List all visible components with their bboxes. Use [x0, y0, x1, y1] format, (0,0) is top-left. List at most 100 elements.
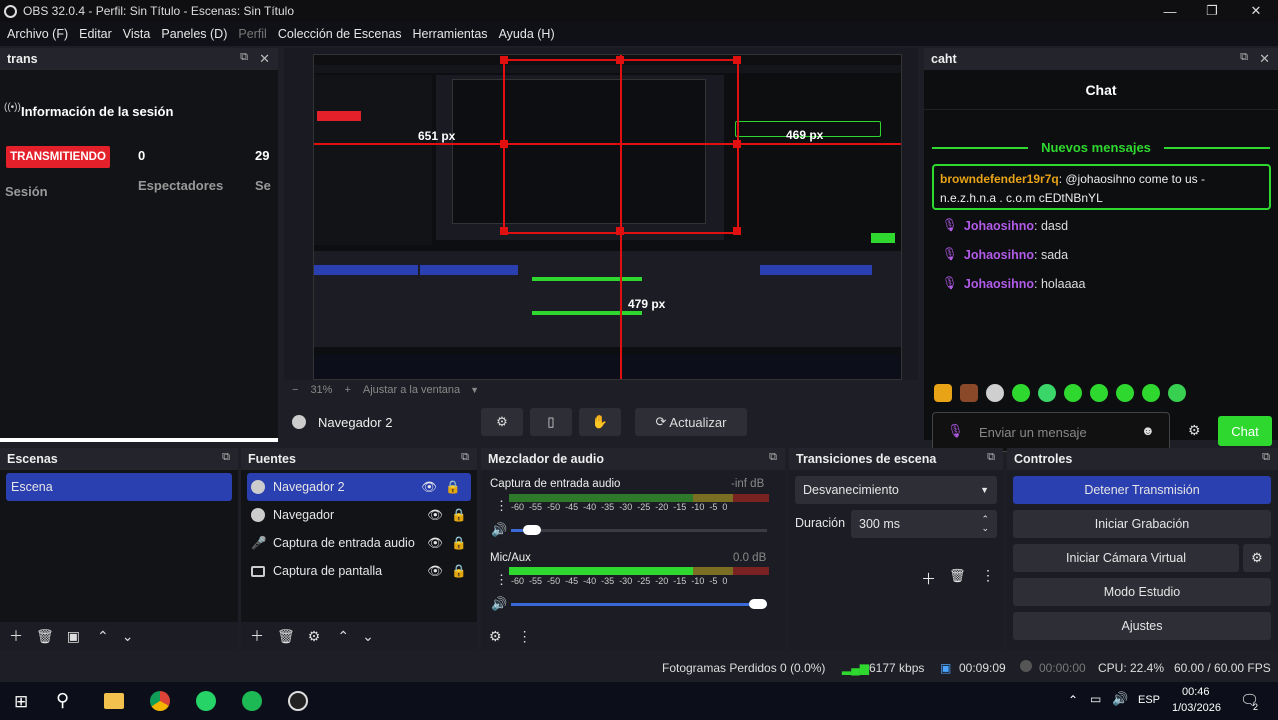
- start-virtual-cam-button[interactable]: Iniciar Cámara Virtual: [1013, 544, 1239, 572]
- transition-select[interactable]: Desvanecimiento ▼: [795, 476, 997, 504]
- lock-icon[interactable]: 🔒: [451, 508, 467, 523]
- chat-settings-icon[interactable]: ⚙: [1188, 422, 1201, 439]
- menu-herramientas[interactable]: Herramientas: [413, 27, 488, 41]
- fit-dropdown[interactable]: Ajustar a la ventana: [363, 384, 460, 396]
- chevron-down-icon[interactable]: ⌄: [122, 628, 134, 645]
- chat-user[interactable]: Johaosihno: [964, 219, 1034, 233]
- advanced-audio-icon[interactable]: ⚙: [489, 628, 502, 645]
- spin-arrows-icon[interactable]: ⌃ ⌄: [981, 515, 989, 533]
- menu-dots-icon[interactable]: ⋮: [518, 628, 532, 645]
- menu-vista[interactable]: Vista: [123, 27, 151, 41]
- add-icon[interactable]: ＋: [921, 568, 936, 589]
- zoom-in-button[interactable]: +: [344, 384, 350, 396]
- stop-stream-button[interactable]: Detener Transmisión: [1013, 476, 1271, 504]
- chevron-down-icon[interactable]: ▼: [470, 385, 479, 395]
- whatsapp-icon[interactable]: [196, 691, 216, 711]
- add-icon[interactable]: ＋: [250, 626, 264, 646]
- settings-button[interactable]: Ajustes: [1013, 612, 1271, 640]
- lock-icon[interactable]: 🔒: [445, 480, 461, 495]
- search-icon[interactable]: ⚲: [56, 690, 69, 711]
- source-item[interactable]: Navegador 2 👁 🔒: [247, 473, 471, 501]
- chrome-icon[interactable]: [150, 691, 170, 711]
- studio-mode-button[interactable]: Modo Estudio: [1013, 578, 1271, 606]
- chat-send-button[interactable]: Chat: [1218, 416, 1272, 446]
- chevron-down-icon[interactable]: ⌄: [362, 628, 374, 645]
- float-icon[interactable]: ⧉: [222, 451, 230, 464]
- float-icon[interactable]: ⧉: [769, 451, 777, 464]
- chat-user[interactable]: Johaosihno: [964, 277, 1034, 291]
- menu-coleccion[interactable]: Colección de Escenas: [278, 27, 402, 41]
- hand-button[interactable]: ✋: [579, 408, 621, 436]
- emote-icon[interactable]: [1142, 384, 1160, 402]
- spotify-icon[interactable]: [242, 691, 262, 711]
- zoom-out-button[interactable]: −: [292, 384, 298, 396]
- minimize-button[interactable]: —: [1148, 0, 1192, 22]
- trans-dock-scrollbar[interactable]: [0, 438, 278, 442]
- tray-chevron-icon[interactable]: ⌃: [1068, 693, 1078, 707]
- channel-menu-icon[interactable]: ⋮: [495, 498, 508, 514]
- menu-paneles[interactable]: Paneles (D): [161, 27, 227, 41]
- emote-icon[interactable]: [1168, 384, 1186, 402]
- emote-icon[interactable]: [1064, 384, 1082, 402]
- volume-slider-track[interactable]: [511, 529, 767, 532]
- resize-handle-t[interactable]: [616, 56, 624, 64]
- restore-button[interactable]: ❐: [1190, 0, 1234, 22]
- chat-input[interactable]: 🎙 Enviar un mensaje ☻: [932, 412, 1170, 452]
- speaker-icon[interactable]: 🔊: [491, 522, 507, 538]
- windows-start-icon[interactable]: ⊞: [14, 692, 28, 712]
- menu-ayuda[interactable]: Ayuda (H): [499, 27, 555, 41]
- source-item[interactable]: Navegador 👁 🔒: [241, 501, 477, 529]
- emote-icon[interactable]: [1116, 384, 1134, 402]
- scene-item[interactable]: Escena: [6, 473, 232, 501]
- lock-icon[interactable]: 🔒: [451, 564, 467, 579]
- float-icon[interactable]: ⧉: [1262, 451, 1270, 464]
- channel-menu-icon[interactable]: ⋮: [495, 572, 508, 588]
- eye-icon[interactable]: 👁: [427, 508, 443, 523]
- duration-spinbox[interactable]: 300 ms ⌃ ⌄: [851, 510, 997, 538]
- eye-icon[interactable]: 👁: [427, 536, 443, 551]
- trash-icon[interactable]: 🗑: [36, 628, 54, 645]
- clock-date[interactable]: 1/03/2026: [1172, 702, 1221, 714]
- float-icon[interactable]: ⧉: [240, 51, 248, 64]
- preview-canvas[interactable]: 651 px 469 px 479 px: [313, 54, 902, 380]
- source-item[interactable]: Captura de pantalla 👁 🔒: [241, 557, 477, 585]
- menu-perfil[interactable]: Perfil: [238, 27, 266, 41]
- menu-archivo[interactable]: Archivo (F): [7, 27, 68, 41]
- resize-handle-l[interactable]: [500, 140, 508, 148]
- virtual-cam-settings-button[interactable]: ⚙: [1243, 544, 1271, 572]
- speaker-icon[interactable]: 🔊: [491, 596, 507, 612]
- refresh-button[interactable]: ⟳ Actualizar: [635, 408, 747, 436]
- close-button[interactable]: ✕: [1234, 0, 1278, 22]
- filter-icon[interactable]: ▣: [67, 628, 80, 645]
- close-icon[interactable]: ✕: [1259, 51, 1270, 67]
- language-indicator[interactable]: ESP: [1138, 694, 1160, 706]
- emote-icon[interactable]: [1090, 384, 1108, 402]
- lock-icon[interactable]: 🔒: [451, 536, 467, 551]
- network-icon[interactable]: ▭: [1090, 692, 1101, 706]
- chevron-up-icon[interactable]: ⌃: [337, 628, 349, 645]
- obs-taskbar-icon[interactable]: [288, 691, 308, 711]
- resize-handle-r[interactable]: [733, 140, 741, 148]
- resize-handle-b[interactable]: [616, 227, 624, 235]
- source-item[interactable]: 🎤 Captura de entrada audio 👁 🔒: [241, 529, 477, 557]
- float-icon[interactable]: ⧉: [1240, 51, 1248, 64]
- interact-button[interactable]: ▯: [530, 408, 572, 436]
- menu-editar[interactable]: Editar: [79, 27, 112, 41]
- eye-icon[interactable]: 👁: [421, 480, 437, 495]
- add-icon[interactable]: ＋: [9, 626, 23, 646]
- emote-icon[interactable]: [960, 384, 978, 402]
- trash-icon[interactable]: 🗑: [949, 568, 966, 584]
- start-recording-button[interactable]: Iniciar Grabación: [1013, 510, 1271, 538]
- highlight-user[interactable]: browndefender19r7q: [940, 172, 1059, 186]
- resize-handle-br[interactable]: [733, 227, 741, 235]
- gear-icon[interactable]: ⚙: [308, 628, 321, 645]
- chat-user[interactable]: Johaosihno: [964, 248, 1034, 262]
- volume-slider-knob[interactable]: [522, 525, 541, 535]
- trash-icon[interactable]: 🗑: [277, 628, 295, 645]
- emote-icon[interactable]: [934, 384, 952, 402]
- eye-icon[interactable]: 👁: [427, 564, 443, 579]
- volume-icon[interactable]: 🔊: [1112, 691, 1128, 707]
- resize-handle-bl[interactable]: [500, 227, 508, 235]
- resize-handle-tr[interactable]: [733, 56, 741, 64]
- resize-handle-tl[interactable]: [500, 56, 508, 64]
